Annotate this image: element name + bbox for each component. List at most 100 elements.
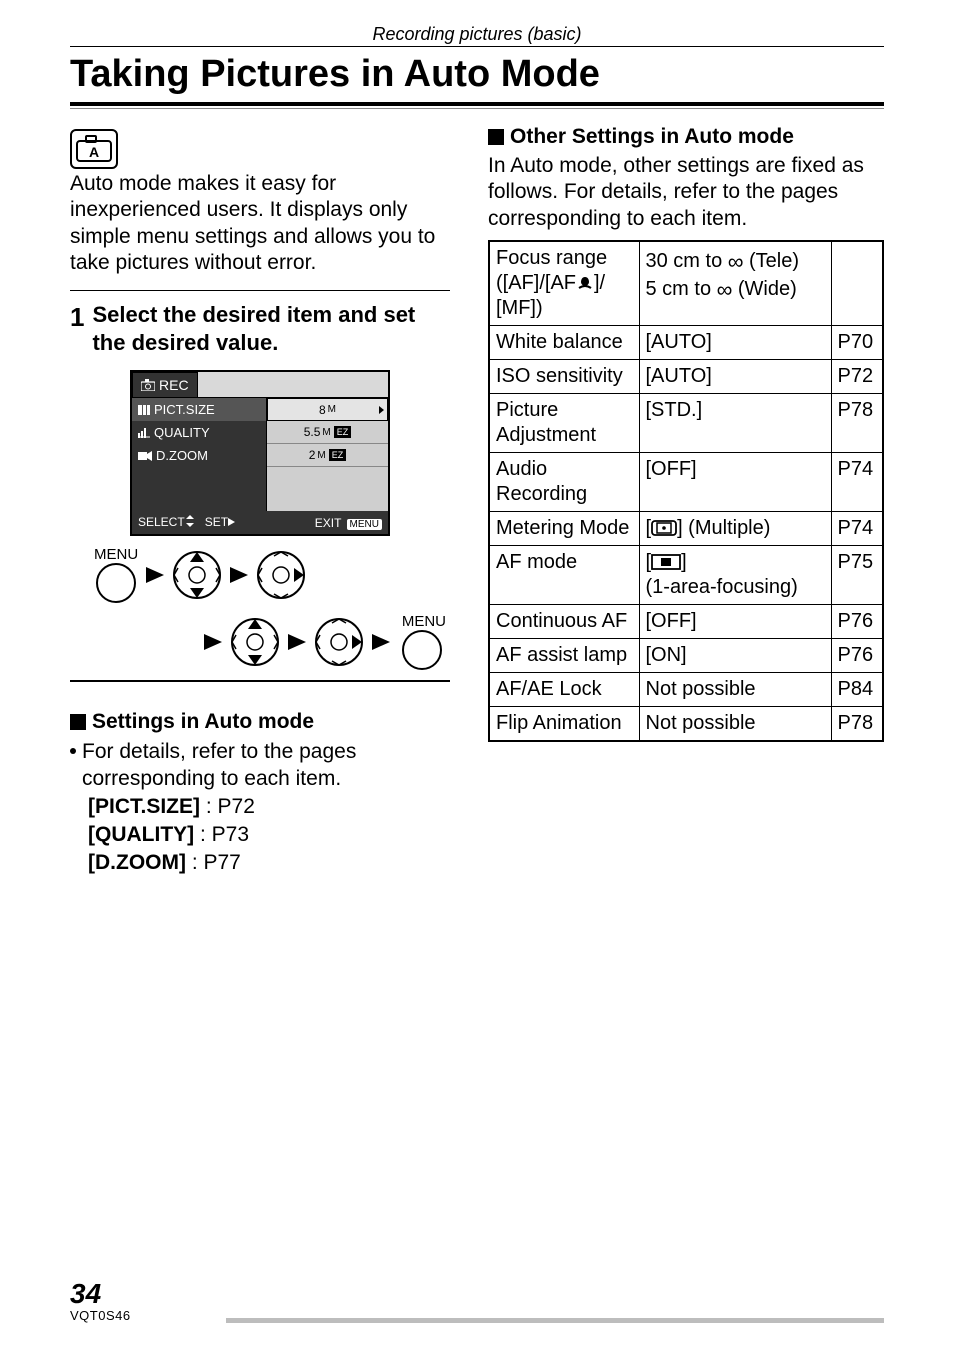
table-cell-value: [OFF]	[639, 452, 831, 511]
lcd-tab-label: REC	[159, 377, 189, 393]
lcd-label: QUALITY	[154, 425, 210, 440]
table-cell-label: AF/AE Lock	[489, 672, 639, 706]
table-cell-value: [ON]	[639, 638, 831, 672]
table-cell-page: P78	[831, 393, 883, 452]
other-settings-subhead: Other Settings in Auto mode	[488, 125, 884, 149]
table-cell-label: Audio Recording	[489, 452, 639, 511]
table-row: Continuous AF[OFF]P76	[489, 604, 883, 638]
svg-text:A: A	[89, 144, 99, 160]
table-row: AF assist lamp[ON]P76	[489, 638, 883, 672]
dpad-up-down-icon	[230, 617, 280, 667]
bullet-dot-icon	[70, 748, 76, 754]
fixed-settings-table: Focus range([AF]/[AF]/[MF])30 cm to ∞ (T…	[488, 240, 884, 742]
step-number: 1	[70, 301, 84, 334]
table-cell-value: [OFF]	[639, 604, 831, 638]
arrow-right-icon	[230, 567, 248, 583]
table-row: Flip AnimationNot possibleP78	[489, 706, 883, 741]
table-cell-value: [AUTO]	[639, 359, 831, 393]
arrow-right-icon	[204, 634, 222, 650]
setting-page: : P77	[192, 851, 241, 874]
document-id: VQT0S46	[70, 1308, 148, 1323]
table-cell-page: P72	[831, 359, 883, 393]
dpad-up-down-icon	[172, 550, 222, 600]
dzoom-icon	[138, 451, 152, 461]
square-bullet-icon	[70, 714, 86, 730]
setting-label: [PICT.SIZE]	[88, 795, 200, 818]
lcd-label: PICT.SIZE	[154, 402, 215, 417]
page-number: 34	[70, 1280, 148, 1308]
table-row: Picture Adjustment[STD.]P78	[489, 393, 883, 452]
table-cell-label: AF assist lamp	[489, 638, 639, 672]
dpad-right-icon	[256, 550, 306, 600]
quality-icon	[138, 428, 150, 438]
lcd-value-pictsize: 8M	[267, 398, 388, 421]
lcd-label: D.ZOOM	[156, 448, 208, 463]
table-cell-page: P78	[831, 706, 883, 741]
lcd-footer-set: SET	[205, 515, 228, 529]
page-title: Taking Pictures in Auto Mode	[70, 53, 884, 96]
bullet-item: For details, refer to the pages correspo…	[70, 738, 450, 793]
table-cell-page: P74	[831, 511, 883, 545]
table-row: AF/AE LockNot possibleP84	[489, 672, 883, 706]
setting-label: [QUALITY]	[88, 823, 194, 846]
lcd-footer: SELECT SET EXIT MENU	[132, 511, 388, 534]
menu-label: MENU	[94, 546, 138, 563]
footer-bar	[226, 1318, 884, 1323]
lcd-menu-body: PICT.SIZE 8M QUALITY 5.5MEZ	[132, 398, 388, 511]
lcd-footer-menu-badge: MENU	[347, 519, 382, 530]
table-cell-page: P84	[831, 672, 883, 706]
step-top-rule	[70, 290, 450, 291]
auto-mode-icon: A	[70, 129, 118, 169]
arrow-right-icon	[146, 567, 164, 583]
menu-button-icon	[96, 563, 136, 603]
section-header: Recording pictures (basic)	[70, 24, 884, 45]
table-row: Audio Recording[OFF]P74	[489, 452, 883, 511]
step-1: 1 Select the desired item and set the de…	[70, 301, 450, 356]
menu-label: MENU	[402, 613, 446, 630]
step-bottom-rule	[70, 680, 450, 682]
table-cell-value: [STD.]	[639, 393, 831, 452]
table-cell-value: 30 cm to ∞ (Tele)5 cm to ∞ (Wide)	[639, 241, 831, 326]
title-rule-thick	[70, 102, 884, 106]
table-cell-label: Flip Animation	[489, 706, 639, 741]
table-cell-page: P74	[831, 452, 883, 511]
camera-icon	[141, 379, 155, 391]
table-cell-page: P75	[831, 545, 883, 604]
table-cell-page: P70	[831, 325, 883, 359]
title-rule-thin	[70, 108, 884, 109]
table-cell-value: [AUTO]	[639, 325, 831, 359]
settings-sub-items: [PICT.SIZE] : P72 [QUALITY] : P73 [D.ZOO…	[88, 793, 450, 878]
menu-button-icon	[402, 630, 442, 670]
table-cell-page	[831, 241, 883, 326]
dpad-right-icon	[314, 617, 364, 667]
table-cell-label: Picture Adjustment	[489, 393, 639, 452]
ez-badge: EZ	[329, 449, 347, 461]
table-cell-value: [] (Multiple)	[639, 511, 831, 545]
lcd-row-pictsize: PICT.SIZE	[132, 398, 267, 421]
step-text: Select the desired item and set the desi…	[92, 301, 450, 356]
setting-label: [D.ZOOM]	[88, 851, 186, 874]
table-cell-page: P76	[831, 638, 883, 672]
ez-badge: EZ	[334, 426, 352, 438]
lcd-footer-exit: EXIT	[315, 516, 341, 530]
arrow-right-icon	[372, 634, 390, 650]
square-bullet-icon	[488, 129, 504, 145]
lcd-footer-select: SELECT	[138, 515, 185, 529]
lcd-row-quality: QUALITY	[132, 421, 267, 444]
nav-diagram: MENU	[94, 546, 450, 670]
table-cell-label: AF mode	[489, 545, 639, 604]
table-cell-label: ISO sensitivity	[489, 359, 639, 393]
lcd-tab-rec: REC	[132, 372, 198, 398]
table-cell-page: P76	[831, 604, 883, 638]
table-cell-value: Not possible	[639, 706, 831, 741]
lcd-value-dzoom: 2MEZ	[267, 444, 388, 467]
lcd-row-dzoom: D.ZOOM	[132, 444, 267, 467]
table-cell-label: Continuous AF	[489, 604, 639, 638]
other-intro: In Auto mode, other settings are fixed a…	[488, 153, 884, 232]
table-cell-label: White balance	[489, 325, 639, 359]
table-cell-value: [](1-area-focusing)	[639, 545, 831, 604]
settings-subhead: Settings in Auto mode	[70, 710, 450, 734]
table-cell-label: Metering Mode	[489, 511, 639, 545]
table-row: ISO sensitivity[AUTO]P72	[489, 359, 883, 393]
table-row: AF mode[](1-area-focusing)P75	[489, 545, 883, 604]
